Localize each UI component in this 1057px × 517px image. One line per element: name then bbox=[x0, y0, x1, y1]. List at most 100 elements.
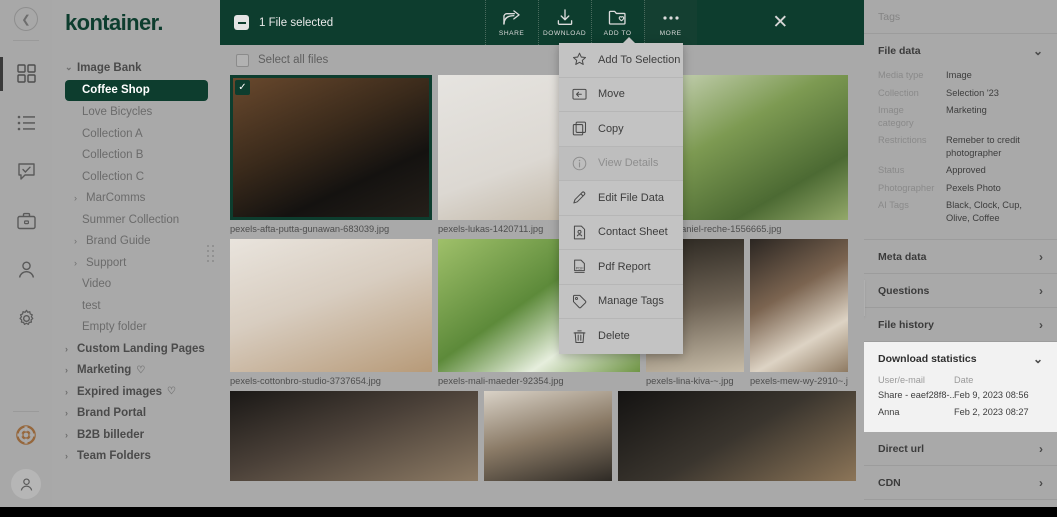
tree-item-team-folders[interactable]: › Team Folders bbox=[52, 446, 220, 468]
contact-sheet-icon bbox=[571, 225, 588, 240]
panel-section-file-history[interactable]: File history › bbox=[864, 308, 1057, 343]
menu-item-copy[interactable]: Copy bbox=[559, 112, 683, 147]
chevron-right-icon[interactable]: › bbox=[65, 408, 74, 418]
sidebar-item-lists[interactable] bbox=[0, 98, 52, 147]
lifering-icon[interactable] bbox=[15, 424, 37, 451]
chevron-right-icon[interactable]: › bbox=[65, 365, 74, 375]
select-all-checkbox[interactable] bbox=[236, 53, 249, 67]
share-button[interactable]: SHARE bbox=[484, 0, 538, 45]
menu-item-add-to-selection[interactable]: Add To Selection bbox=[559, 43, 683, 78]
tree-item-collection-a[interactable]: Collection A bbox=[52, 123, 220, 145]
tree-item-brand-guide[interactable]: › Brand Guide bbox=[52, 231, 220, 253]
tree-item-label: Expired images bbox=[77, 385, 163, 398]
sidebar-item-settings[interactable] bbox=[0, 294, 52, 343]
menu-item-move[interactable]: Move bbox=[559, 78, 683, 112]
thumbnail-cell[interactable]: pexels-mew-wy-2910~.jpg bbox=[750, 239, 848, 386]
panel-collapse-handle[interactable]: ❯ bbox=[864, 280, 865, 316]
close-icon[interactable]: ✕ bbox=[772, 11, 788, 34]
thumbnail-image[interactable] bbox=[230, 391, 478, 481]
avatar[interactable] bbox=[11, 469, 41, 499]
tree-item-label: Support bbox=[86, 256, 127, 269]
tree-item-b2b-billeder[interactable]: › B2B billeder bbox=[52, 424, 220, 446]
chevron-right-icon[interactable]: › bbox=[65, 387, 74, 397]
download-label: DOWNLOAD bbox=[543, 29, 587, 37]
sidebar-resize-handle[interactable] bbox=[207, 245, 214, 262]
tree-item-marketing[interactable]: › Marketing ♡ bbox=[52, 360, 220, 382]
menu-item-manage-tags[interactable]: Manage Tags bbox=[559, 285, 683, 319]
sidebar-item-portfolio[interactable] bbox=[0, 196, 52, 245]
rail-icon-list bbox=[0, 49, 52, 343]
heart-icon[interactable]: ♡ bbox=[167, 386, 176, 397]
tree-item-empty-folder[interactable]: Empty folder bbox=[52, 317, 220, 339]
menu-item-pdf-report[interactable]: PDF Pdf Report bbox=[559, 250, 683, 285]
tree-item-love-bicycles[interactable]: Love Bicycles bbox=[52, 102, 220, 124]
chevron-right-icon[interactable]: › bbox=[74, 193, 83, 203]
select-all-label: Select all files bbox=[258, 54, 329, 66]
tags-label: Tags bbox=[878, 10, 901, 23]
panel-section-questions[interactable]: Questions › bbox=[864, 274, 1057, 309]
sidebar-item-approvals[interactable] bbox=[0, 147, 52, 196]
tree-item-support[interactable]: › Support bbox=[52, 252, 220, 274]
chevron-right-icon[interactable]: › bbox=[74, 258, 83, 268]
tree-item-custom-landing-pages[interactable]: › Custom Landing Pages bbox=[52, 338, 220, 360]
panel-section-cdn[interactable]: CDN › bbox=[864, 466, 1057, 501]
tree-item-summer-collection[interactable]: Summer Collection bbox=[52, 209, 220, 231]
thumbnail-checkbox[interactable]: ✓ bbox=[235, 80, 250, 95]
thumbnail-cell[interactable]: ✓ pexels-afta-putta-gunawan-683039.jpg bbox=[230, 75, 432, 234]
thumbnail-cell[interactable]: pexels-cottonbro-studio-3737654.jpg bbox=[230, 239, 432, 386]
menu-item-edit-file-data[interactable]: Edit File Data bbox=[559, 181, 683, 216]
menu-item-contact-sheet[interactable]: Contact Sheet bbox=[559, 216, 683, 250]
tags-section[interactable]: Tags bbox=[864, 0, 1057, 34]
chevron-right-icon: › bbox=[1039, 249, 1043, 264]
download-button[interactable]: DOWNLOAD bbox=[537, 0, 591, 45]
tree-item-coffee-shop[interactable]: Coffee Shop bbox=[65, 79, 208, 101]
heart-icon[interactable]: ♡ bbox=[136, 365, 145, 376]
panel-section-direct-url[interactable]: Direct url › bbox=[864, 432, 1057, 467]
tree-item-label: Collection C bbox=[82, 170, 144, 183]
tree-item-label: Empty folder bbox=[82, 321, 147, 334]
more-label: MORE bbox=[659, 29, 682, 37]
thumbnail-cell[interactable] bbox=[484, 391, 612, 481]
download-statistics-header[interactable]: Download statistics ⌄ bbox=[864, 342, 1057, 375]
chevron-right-icon[interactable]: › bbox=[65, 451, 74, 461]
more-button[interactable]: MORE bbox=[643, 0, 697, 45]
edit-pencil-icon bbox=[571, 190, 588, 205]
cell-user: Anna bbox=[878, 407, 900, 418]
app-logo: kontainer. bbox=[65, 9, 164, 35]
deselect-checkbox[interactable] bbox=[234, 15, 249, 30]
thumbnail-image[interactable] bbox=[750, 239, 848, 372]
ellipsis-icon bbox=[663, 15, 679, 20]
chevron-right-icon: › bbox=[1039, 475, 1043, 490]
copy-icon bbox=[571, 121, 588, 136]
panel-section-meta-data[interactable]: Meta data › bbox=[864, 240, 1057, 275]
thumbnail-cell[interactable] bbox=[618, 391, 856, 481]
menu-item-delete[interactable]: Delete bbox=[559, 319, 683, 354]
thumbnail-cell[interactable] bbox=[230, 391, 478, 481]
panel-section-title: File history bbox=[878, 318, 935, 331]
select-all-row[interactable]: Select all files bbox=[230, 45, 854, 75]
thumbnail-filename: pexels-afta-putta-gunawan-683039.jpg bbox=[230, 224, 390, 234]
file-data-row: AI Tags Black, Clock, Cup, Olive, Coffee bbox=[878, 199, 1043, 224]
tree-item-expired-images[interactable]: › Expired images ♡ bbox=[52, 381, 220, 403]
briefcase-icon bbox=[16, 212, 36, 229]
chevron-right-icon[interactable]: › bbox=[65, 430, 74, 440]
tree-item-brand-portal[interactable]: › Brand Portal bbox=[52, 403, 220, 425]
thumbnail-image[interactable] bbox=[230, 239, 432, 372]
tree-item-test[interactable]: test bbox=[52, 295, 220, 317]
thumbnail-image[interactable] bbox=[484, 391, 612, 481]
thumbnail-image[interactable]: ✓ bbox=[230, 75, 432, 220]
chevron-left-icon[interactable]: ❮ bbox=[14, 7, 38, 31]
tree-item-video[interactable]: Video bbox=[52, 274, 220, 296]
tree-item-collection-c[interactable]: Collection C bbox=[52, 166, 220, 188]
chevron-down-icon[interactable]: ⌄ bbox=[65, 62, 74, 73]
tree-item-collection-b[interactable]: Collection B bbox=[52, 145, 220, 167]
file-data-row: Image category Marketing bbox=[878, 104, 1043, 129]
thumbnail-image[interactable] bbox=[618, 391, 856, 481]
sidebar-item-contacts[interactable] bbox=[0, 245, 52, 294]
file-data-header[interactable]: File data ⌄ bbox=[864, 34, 1057, 67]
tree-item-marcomms[interactable]: › MarComms bbox=[52, 188, 220, 210]
chevron-right-icon[interactable]: › bbox=[74, 236, 83, 246]
tree-item-image-bank[interactable]: ⌄ Image Bank bbox=[52, 57, 220, 79]
chevron-right-icon[interactable]: › bbox=[65, 344, 74, 354]
sidebar-item-dashboard[interactable] bbox=[0, 49, 52, 98]
